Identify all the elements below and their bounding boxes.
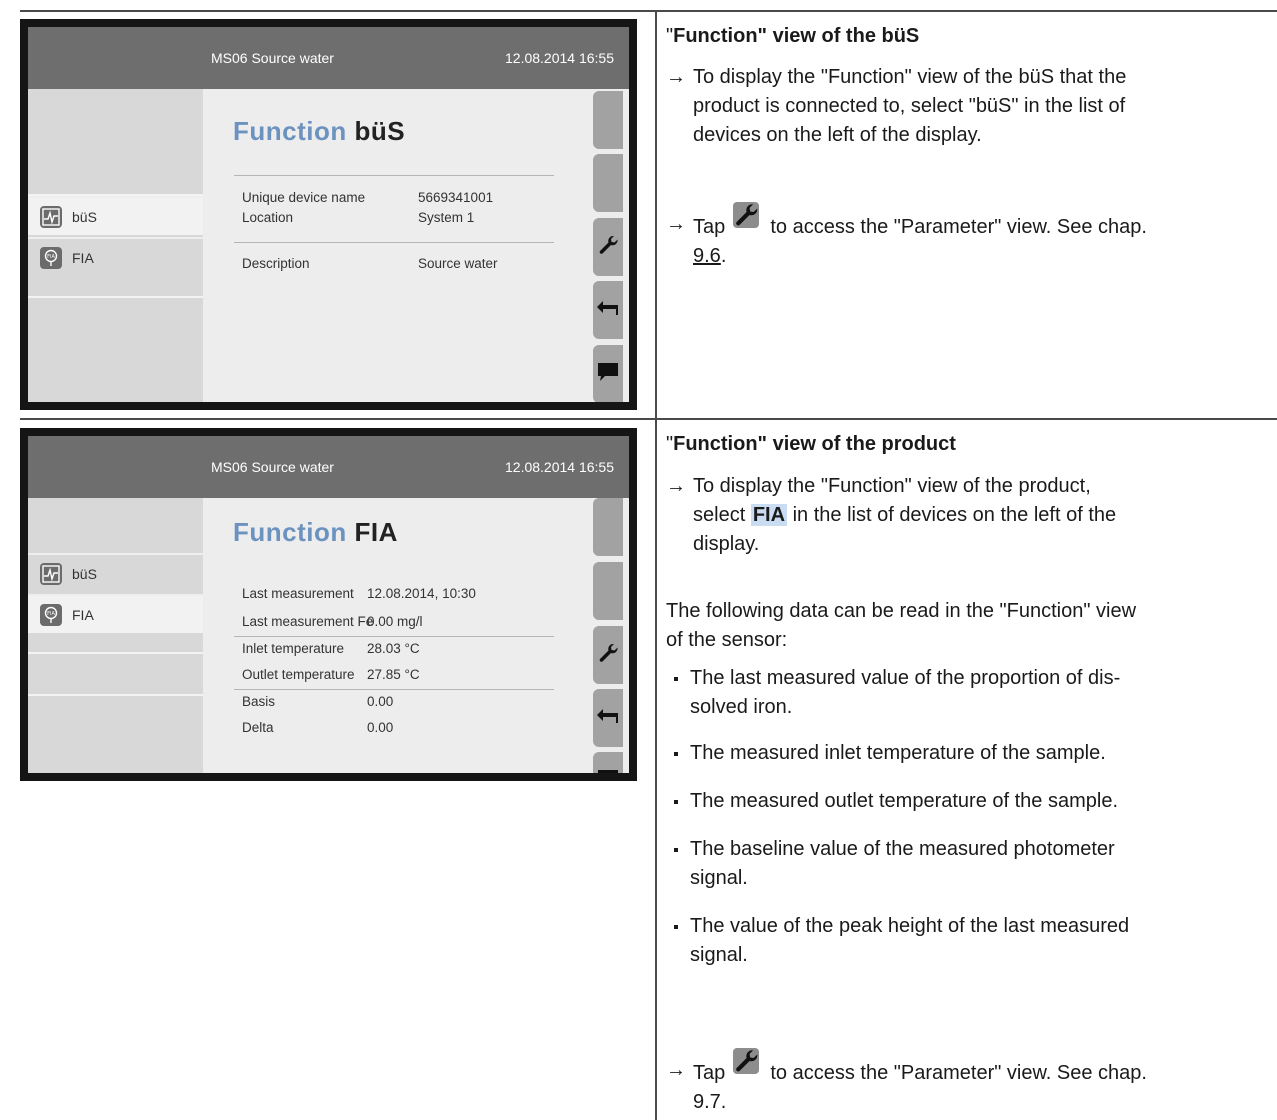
header-datetime: 12.08.2014 16:55	[505, 459, 614, 475]
message-button[interactable]	[593, 752, 623, 773]
device-item-fia[interactable]: FIA FIA	[28, 594, 203, 633]
screen-display: MS06 Source water 12.08.2014 16:55 büS F…	[28, 436, 629, 773]
back-arrow-icon	[596, 707, 620, 730]
table-row-divider	[20, 418, 1277, 420]
step-text: To display the "Function" view of the bü…	[693, 66, 1127, 146]
device-item-bus[interactable]: büS	[28, 553, 203, 592]
list-item: The value of the peak height of the last…	[690, 915, 1130, 966]
function-panel: Function büS Unique device name 56693410…	[203, 89, 629, 402]
row-label: Location	[242, 210, 294, 225]
row-label: Last measurement	[242, 586, 354, 601]
row-value: Source water	[418, 256, 498, 271]
wrench-icon	[732, 202, 759, 228]
header-title: MS06 Source water	[211, 459, 334, 475]
step-arrow: →	[666, 66, 686, 88]
scroll-up-button[interactable]	[593, 91, 623, 149]
row-label: Inlet temperature	[242, 641, 345, 656]
message-button[interactable]	[593, 345, 623, 402]
bullet-marker	[674, 752, 678, 756]
svg-text:FIA: FIA	[47, 611, 55, 617]
header-datetime: 12.08.2014 16:55	[505, 50, 614, 66]
back-button[interactable]	[593, 689, 623, 747]
row-label: Last measurement Fe	[242, 614, 374, 629]
svg-text:FIA: FIA	[47, 254, 55, 260]
device-list: büS FIA FIA	[28, 89, 203, 402]
list-item: The measured inlet temperature of the sa…	[690, 742, 1106, 764]
bus-device-icon	[40, 205, 62, 228]
bullet-marker	[674, 848, 678, 852]
wrench-icon	[597, 642, 619, 669]
device-label: büS	[72, 208, 97, 225]
list-item: The last measured value of the proportio…	[690, 667, 1121, 718]
device-screen-fia: MS06 Source water 12.08.2014 16:55 büS F…	[20, 428, 637, 781]
speech-bubble-icon	[596, 768, 620, 773]
table-top-border	[20, 10, 1277, 12]
chapter-link[interactable]: 9.6	[693, 245, 721, 267]
row-value: 5669341001	[418, 190, 494, 205]
screen-display: MS06 Source water 12.08.2014 16:55 büS F…	[28, 27, 629, 402]
row-value: 0.00	[367, 694, 394, 709]
bus-device-icon	[40, 562, 62, 585]
scroll-down-button[interactable]	[593, 562, 623, 620]
row-label: Delta	[242, 720, 274, 735]
scroll-down-button[interactable]	[593, 154, 623, 212]
back-button[interactable]	[593, 281, 623, 339]
screen-header: MS06 Source water 12.08.2014 16:55	[28, 436, 629, 498]
step-text: Tap to access the "Parameter" view. See …	[693, 1048, 1147, 1117]
row-value: 28.03 °C	[367, 641, 420, 656]
row-label: Description	[242, 256, 310, 271]
intro-text: The following data can be read in the "F…	[666, 600, 1137, 651]
screen-header: MS06 Source water 12.08.2014 16:55	[28, 27, 629, 89]
row-label: Outlet temperature	[242, 667, 355, 682]
row-value: System 1	[418, 210, 475, 225]
row-label: Basis	[242, 694, 276, 709]
header-title: MS06 Source water	[211, 50, 334, 66]
row-label: Unique device name	[242, 190, 366, 205]
fia-device-icon: FIA	[40, 246, 62, 269]
device-label: FIA	[72, 606, 94, 623]
step-text: Tap to access the "Parameter" view. See …	[693, 202, 1147, 271]
speech-bubble-icon	[596, 361, 620, 388]
function-title: Function FIA	[233, 517, 398, 547]
row-value: 27.85 °C	[367, 667, 420, 682]
function-panel: Function FIA Last measurement 12.08.2014…	[203, 498, 629, 773]
list-item: The measured outlet temperature of the s…	[690, 790, 1119, 812]
scroll-up-button[interactable]	[593, 498, 623, 556]
wrench-icon	[597, 234, 619, 261]
device-label: FIA	[72, 249, 94, 266]
list-divider	[28, 694, 203, 696]
list-item: The baseline value of the measured photo…	[690, 838, 1115, 889]
wrench-button[interactable]	[593, 626, 623, 684]
step-arrow: →	[666, 475, 686, 497]
back-arrow-icon	[596, 299, 620, 322]
function-title: Function büS	[233, 116, 406, 146]
wrench-icon	[732, 1048, 759, 1074]
row-divider	[234, 636, 554, 637]
row-divider	[234, 689, 554, 690]
device-label: büS	[72, 565, 97, 582]
step-arrow: →	[666, 213, 686, 235]
list-divider	[28, 652, 203, 654]
row-divider	[234, 242, 554, 243]
bullet-marker	[674, 677, 678, 681]
row-value: 12.08.2014, 10:30	[367, 586, 476, 601]
bullet-marker	[674, 925, 678, 929]
table-column-divider	[655, 10, 657, 1120]
step-arrow: →	[666, 1059, 686, 1081]
wrench-button[interactable]	[593, 218, 623, 276]
section-heading: "Function" view of the product	[666, 433, 956, 455]
row-value: 0.00 mg/l	[367, 614, 423, 629]
step-text: To display the "Function" view of the pr…	[693, 475, 1117, 555]
device-item-fia[interactable]: FIA FIA	[28, 237, 203, 276]
device-list: büS FIA FIA	[28, 498, 203, 773]
row-value: 0.00	[367, 720, 394, 735]
device-item-bus[interactable]: büS	[28, 196, 203, 235]
device-highlight: FIA	[750, 504, 788, 526]
fia-device-icon: FIA	[40, 603, 62, 626]
device-screen-bus: MS06 Source water 12.08.2014 16:55 büS F…	[20, 19, 637, 410]
row-divider	[234, 175, 554, 176]
list-divider	[28, 296, 203, 298]
section-heading: "Function" view of the büS	[666, 25, 920, 47]
bullet-marker	[674, 800, 678, 804]
